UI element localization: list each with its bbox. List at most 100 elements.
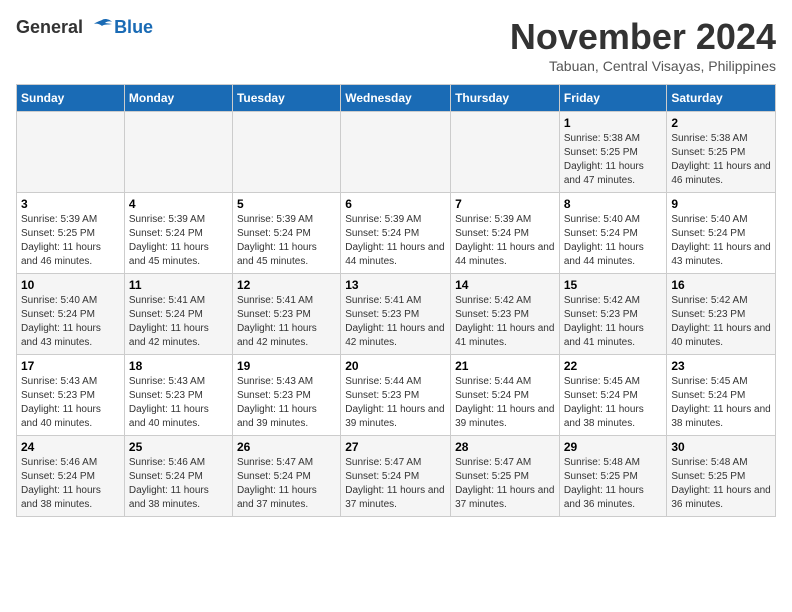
- day-info: Sunrise: 5:40 AM Sunset: 5:24 PM Dayligh…: [21, 294, 120, 350]
- weekday-header-monday: Monday: [124, 85, 232, 112]
- day-cell: [341, 112, 451, 193]
- location: Tabuan, Central Visayas, Philippines: [510, 58, 776, 74]
- weekday-header-sunday: Sunday: [17, 85, 125, 112]
- day-cell: 11 Sunrise: 5:41 AM Sunset: 5:24 PM Dayli…: [124, 274, 232, 355]
- day-number: 27: [345, 440, 446, 454]
- day-info: Sunrise: 5:41 AM Sunset: 5:24 PM Dayligh…: [129, 294, 228, 350]
- day-number: 30: [671, 440, 771, 454]
- day-info: Sunrise: 5:47 AM Sunset: 5:24 PM Dayligh…: [345, 456, 446, 512]
- day-number: 15: [564, 278, 663, 292]
- weekday-header-tuesday: Tuesday: [232, 85, 340, 112]
- day-cell: 5 Sunrise: 5:39 AM Sunset: 5:24 PM Daylig…: [232, 193, 340, 274]
- week-row-2: 3 Sunrise: 5:39 AM Sunset: 5:25 PM Daylig…: [17, 193, 776, 274]
- day-info: Sunrise: 5:39 AM Sunset: 5:25 PM Dayligh…: [21, 213, 120, 269]
- day-number: 8: [564, 197, 663, 211]
- day-number: 16: [671, 278, 771, 292]
- day-info: Sunrise: 5:42 AM Sunset: 5:23 PM Dayligh…: [455, 294, 555, 350]
- day-info: Sunrise: 5:46 AM Sunset: 5:24 PM Dayligh…: [129, 456, 228, 512]
- day-number: 17: [21, 359, 120, 373]
- week-row-3: 10 Sunrise: 5:40 AM Sunset: 5:24 PM Dayli…: [17, 274, 776, 355]
- day-cell: [17, 112, 125, 193]
- day-cell: 14 Sunrise: 5:42 AM Sunset: 5:23 PM Dayli…: [451, 274, 560, 355]
- day-info: Sunrise: 5:47 AM Sunset: 5:24 PM Dayligh…: [237, 456, 336, 512]
- day-info: Sunrise: 5:48 AM Sunset: 5:25 PM Dayligh…: [564, 456, 663, 512]
- day-info: Sunrise: 5:42 AM Sunset: 5:23 PM Dayligh…: [671, 294, 771, 350]
- day-number: 28: [455, 440, 555, 454]
- day-number: 23: [671, 359, 771, 373]
- day-cell: 2 Sunrise: 5:38 AM Sunset: 5:25 PM Daylig…: [667, 112, 776, 193]
- day-number: 19: [237, 359, 336, 373]
- day-cell: 12Sunrise: 5:41 AM Sunset: 5:23 PM Dayli…: [232, 274, 340, 355]
- day-number: 9: [671, 197, 771, 211]
- day-info: Sunrise: 5:47 AM Sunset: 5:25 PM Dayligh…: [455, 456, 555, 512]
- day-number: 18: [129, 359, 228, 373]
- day-info: Sunrise: 5:39 AM Sunset: 5:24 PM Dayligh…: [129, 213, 228, 269]
- day-number: 5: [237, 197, 336, 211]
- day-cell: 21Sunrise: 5:44 AM Sunset: 5:24 PM Dayli…: [451, 355, 560, 436]
- day-cell: 19 Sunrise: 5:43 AM Sunset: 5:23 PM Dayli…: [232, 355, 340, 436]
- day-number: 21: [455, 359, 555, 373]
- day-cell: 6 Sunrise: 5:39 AM Sunset: 5:24 PM Daylig…: [341, 193, 451, 274]
- day-cell: 1 Sunrise: 5:38 AM Sunset: 5:25 PM Daylig…: [559, 112, 667, 193]
- logo: General Blue: [16, 16, 153, 40]
- day-number: 1: [564, 116, 663, 130]
- day-number: 4: [129, 197, 228, 211]
- day-cell: 18 Sunrise: 5:43 AM Sunset: 5:23 PM Dayli…: [124, 355, 232, 436]
- day-cell: 25 Sunrise: 5:46 AM Sunset: 5:24 PM Dayli…: [124, 436, 232, 517]
- day-number: 2: [671, 116, 771, 130]
- day-cell: 24Sunrise: 5:46 AM Sunset: 5:24 PM Dayli…: [17, 436, 125, 517]
- day-info: Sunrise: 5:39 AM Sunset: 5:24 PM Dayligh…: [345, 213, 446, 269]
- day-info: Sunrise: 5:46 AM Sunset: 5:24 PM Dayligh…: [21, 456, 120, 512]
- day-cell: [124, 112, 232, 193]
- day-number: 12: [237, 278, 336, 292]
- day-cell: 20Sunrise: 5:44 AM Sunset: 5:23 PM Dayli…: [341, 355, 451, 436]
- header: General Blue November 2024 Tabuan, Centr…: [16, 16, 776, 74]
- weekday-header-wednesday: Wednesday: [341, 85, 451, 112]
- weekday-header-friday: Friday: [559, 85, 667, 112]
- day-cell: 9 Sunrise: 5:40 AM Sunset: 5:24 PM Daylig…: [667, 193, 776, 274]
- day-number: 29: [564, 440, 663, 454]
- day-number: 10: [21, 278, 120, 292]
- logo-general: General: [16, 17, 83, 37]
- day-number: 14: [455, 278, 555, 292]
- day-info: Sunrise: 5:39 AM Sunset: 5:24 PM Dayligh…: [237, 213, 336, 269]
- week-row-4: 17 Sunrise: 5:43 AM Sunset: 5:23 PM Dayli…: [17, 355, 776, 436]
- day-cell: 16 Sunrise: 5:42 AM Sunset: 5:23 PM Dayli…: [667, 274, 776, 355]
- calendar-table: SundayMondayTuesdayWednesdayThursdayFrid…: [16, 84, 776, 517]
- day-number: 26: [237, 440, 336, 454]
- day-cell: 22Sunrise: 5:45 AM Sunset: 5:24 PM Dayli…: [559, 355, 667, 436]
- day-number: 3: [21, 197, 120, 211]
- day-info: Sunrise: 5:43 AM Sunset: 5:23 PM Dayligh…: [129, 375, 228, 431]
- weekday-header-thursday: Thursday: [451, 85, 560, 112]
- day-cell: 29 Sunrise: 5:48 AM Sunset: 5:25 PM Dayli…: [559, 436, 667, 517]
- week-row-5: 24Sunrise: 5:46 AM Sunset: 5:24 PM Dayli…: [17, 436, 776, 517]
- day-info: Sunrise: 5:45 AM Sunset: 5:24 PM Dayligh…: [671, 375, 771, 431]
- day-info: Sunrise: 5:40 AM Sunset: 5:24 PM Dayligh…: [671, 213, 771, 269]
- day-cell: 17Sunrise: 5:43 AM Sunset: 5:23 PM Dayli…: [17, 355, 125, 436]
- day-cell: 13Sunrise: 5:41 AM Sunset: 5:23 PM Dayli…: [341, 274, 451, 355]
- day-number: 20: [345, 359, 446, 373]
- day-info: Sunrise: 5:42 AM Sunset: 5:23 PM Dayligh…: [564, 294, 663, 350]
- day-info: Sunrise: 5:38 AM Sunset: 5:25 PM Dayligh…: [564, 132, 663, 188]
- day-number: 7: [455, 197, 555, 211]
- day-info: Sunrise: 5:38 AM Sunset: 5:25 PM Dayligh…: [671, 132, 771, 188]
- day-number: 6: [345, 197, 446, 211]
- title-section: November 2024 Tabuan, Central Visayas, P…: [510, 16, 776, 74]
- logo-bird-icon: [90, 16, 114, 40]
- month-title: November 2024: [510, 16, 776, 58]
- day-info: Sunrise: 5:48 AM Sunset: 5:25 PM Dayligh…: [671, 456, 771, 512]
- day-cell: 23 Sunrise: 5:45 AM Sunset: 5:24 PM Dayli…: [667, 355, 776, 436]
- day-cell: 10 Sunrise: 5:40 AM Sunset: 5:24 PM Dayli…: [17, 274, 125, 355]
- day-number: 25: [129, 440, 228, 454]
- day-cell: 27 Sunrise: 5:47 AM Sunset: 5:24 PM Dayli…: [341, 436, 451, 517]
- weekday-header-saturday: Saturday: [667, 85, 776, 112]
- day-number: 11: [129, 278, 228, 292]
- day-cell: 7Sunrise: 5:39 AM Sunset: 5:24 PM Daylig…: [451, 193, 560, 274]
- day-cell: 30 Sunrise: 5:48 AM Sunset: 5:25 PM Dayli…: [667, 436, 776, 517]
- day-cell: 3 Sunrise: 5:39 AM Sunset: 5:25 PM Daylig…: [17, 193, 125, 274]
- day-number: 22: [564, 359, 663, 373]
- day-info: Sunrise: 5:43 AM Sunset: 5:23 PM Dayligh…: [237, 375, 336, 431]
- logo-blue: Blue: [114, 17, 153, 37]
- day-cell: 26 Sunrise: 5:47 AM Sunset: 5:24 PM Dayli…: [232, 436, 340, 517]
- day-cell: [232, 112, 340, 193]
